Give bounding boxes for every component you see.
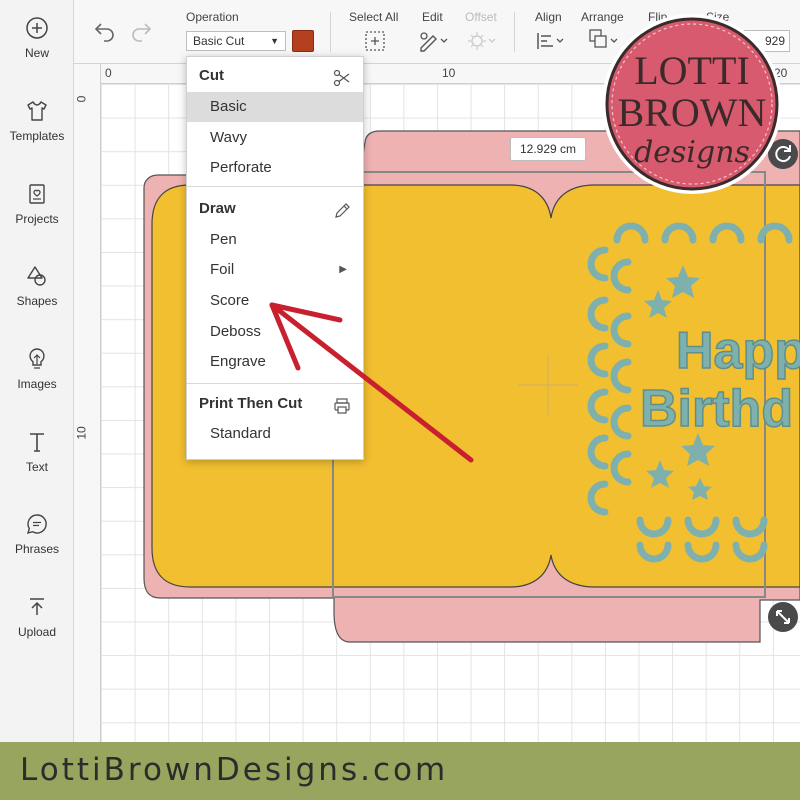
- logo-line2: BROWN: [618, 90, 767, 135]
- logo-line3: designs: [634, 135, 750, 170]
- lotti-brown-logo: LOTTI BROWN designs: [602, 14, 782, 194]
- logo-line1: LOTTI: [634, 48, 750, 93]
- footer-url: LottiBrownDesigns.com: [20, 752, 449, 788]
- watermark-footer: LottiBrownDesigns.com: [0, 742, 800, 800]
